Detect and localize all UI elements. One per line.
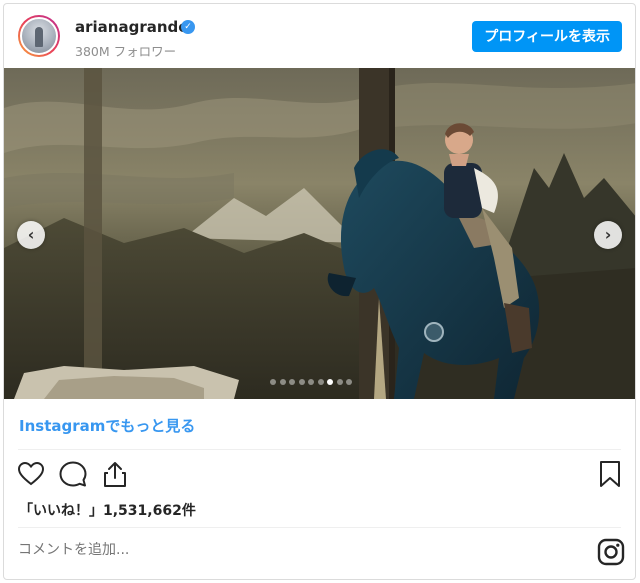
verified-check-icon: ✓ xyxy=(181,20,195,34)
like-count: 「いいね！」1,531,662件 xyxy=(19,503,196,519)
post-image xyxy=(4,68,635,399)
avatar[interactable] xyxy=(18,15,60,57)
post-media[interactable]: ‹ › xyxy=(4,68,635,399)
heart-icon xyxy=(17,461,45,486)
like-button[interactable] xyxy=(16,459,46,489)
avatar-image xyxy=(20,17,58,55)
post-header: arianagrande ✓ 380M フォロワー プロフィールを表示 xyxy=(4,4,635,68)
view-more-link[interactable]: Instagramでもっと見る xyxy=(19,415,195,436)
share-icon xyxy=(104,462,126,487)
divider xyxy=(18,449,621,450)
carousel-next-button[interactable]: › xyxy=(594,221,622,249)
username[interactable]: arianagrande xyxy=(75,18,188,36)
carousel-dot xyxy=(336,379,343,385)
carousel-dot xyxy=(279,379,286,385)
divider xyxy=(18,527,621,528)
carousel-dot xyxy=(317,379,324,385)
carousel-dot xyxy=(298,379,305,385)
share-button[interactable] xyxy=(100,459,130,489)
comment-button[interactable] xyxy=(58,459,88,489)
carousel-dot xyxy=(270,379,276,385)
view-profile-button[interactable]: プロフィールを表示 xyxy=(472,21,622,52)
instagram-logo-button[interactable] xyxy=(597,538,625,566)
carousel-prev-button[interactable]: ‹ xyxy=(17,221,45,249)
follower-count: 380M フォロワー xyxy=(75,44,177,59)
comment-icon xyxy=(59,461,87,487)
comment-input[interactable] xyxy=(18,542,538,558)
save-button[interactable] xyxy=(595,459,625,489)
carousel-dot xyxy=(308,379,314,385)
carousel-dot xyxy=(327,379,333,385)
bookmark-icon xyxy=(600,461,620,487)
carousel-dot xyxy=(289,379,295,385)
carousel-dot xyxy=(346,379,352,385)
instagram-embed: arianagrande ✓ 380M フォロワー プロフィールを表示 ‹ › … xyxy=(3,3,636,580)
instagram-icon xyxy=(597,538,625,566)
carousel-indicator xyxy=(270,379,356,387)
